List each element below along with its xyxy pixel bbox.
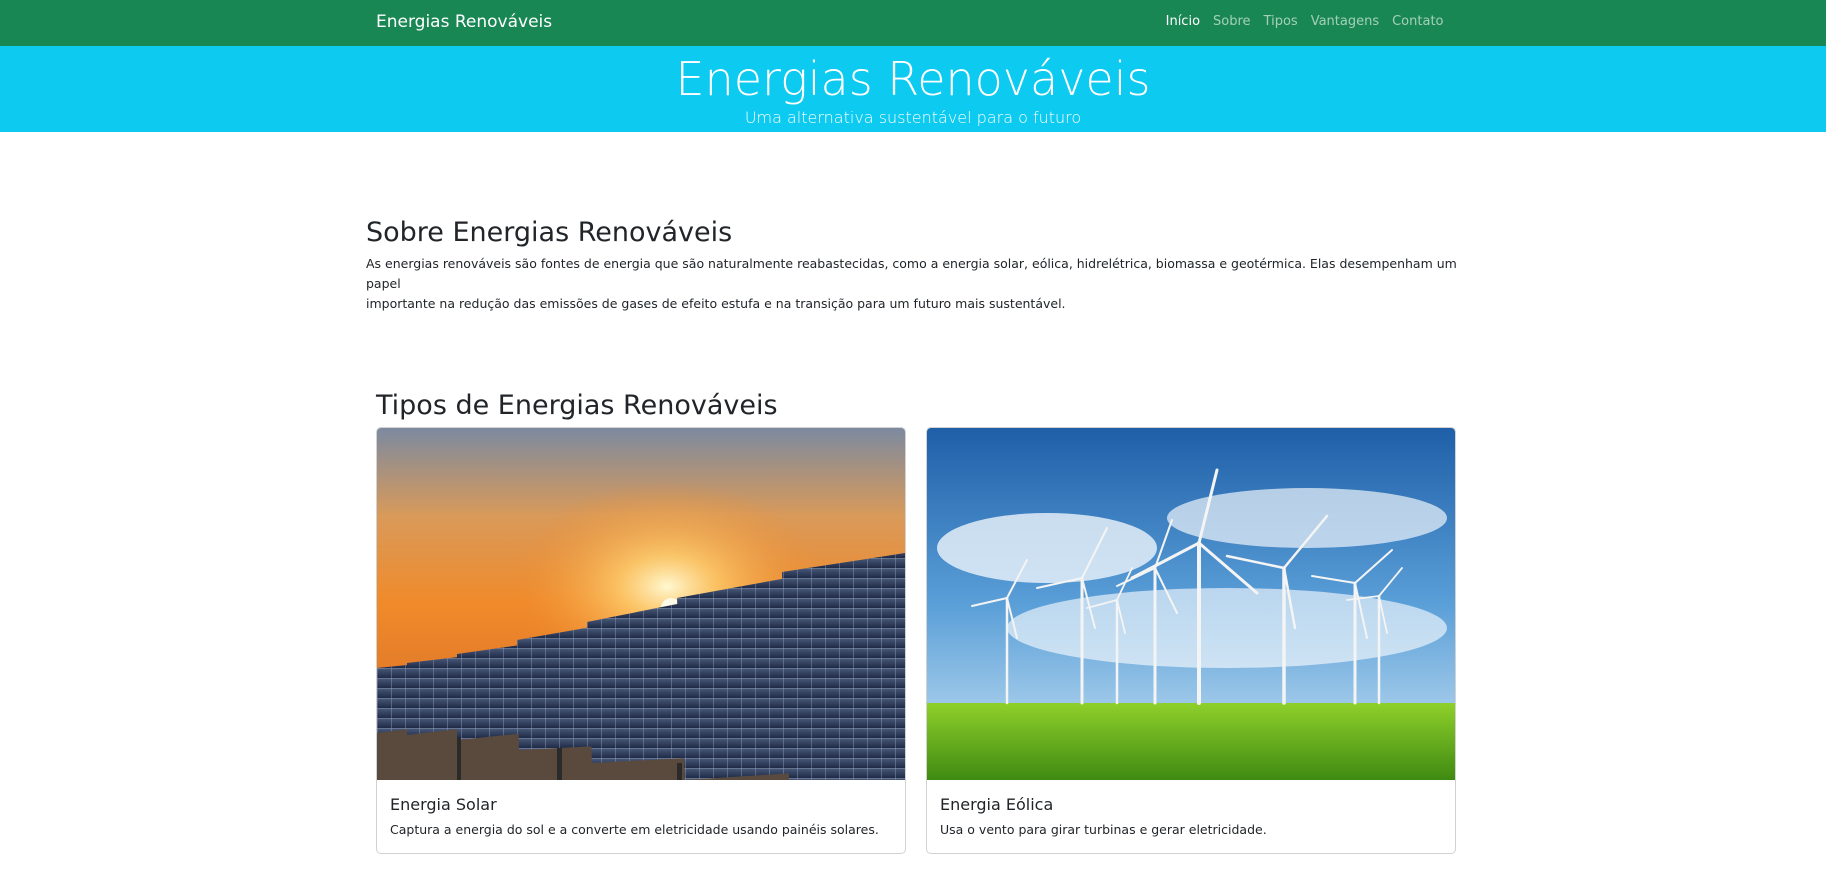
card-energia-solar: Energia Solar Captura a energia do sol e… <box>376 427 906 854</box>
wind-turbines-image <box>927 428 1455 780</box>
nav-link-sobre[interactable]: Sobre <box>1207 14 1258 29</box>
nav-links: Início Sobre Tipos Vantagens Contato <box>1159 14 1450 29</box>
nav-link-tipos[interactable]: Tipos <box>1257 14 1304 29</box>
about-text: As energias renováveis são fontes de ene… <box>366 254 1466 314</box>
tipos-heading: Tipos de Energias Renováveis <box>376 390 778 421</box>
card-text-eolica: Usa o vento para girar turbinas e gerar … <box>940 822 1267 837</box>
card-title-solar: Energia Solar <box>390 795 497 814</box>
nav-link-inicio[interactable]: Início <box>1159 14 1206 29</box>
card-energia-eolica: Energia Eólica Usa o vento para girar tu… <box>926 427 1456 854</box>
about-text-line-1: As energias renováveis são fontes de ene… <box>366 256 1457 291</box>
card-title-eolica: Energia Eólica <box>940 795 1054 814</box>
hero-banner: Energias Renováveis Uma alternativa sust… <box>0 46 1826 132</box>
about-heading: Sobre Energias Renováveis <box>366 217 733 248</box>
nav-link-contato[interactable]: Contato <box>1386 14 1450 29</box>
tipos-cards: Energia Solar Captura a energia do sol e… <box>376 427 1456 854</box>
card-body-solar: Energia Solar Captura a energia do sol e… <box>377 780 905 852</box>
card-text-solar: Captura a energia do sol e a converte em… <box>390 822 879 837</box>
hero-subtitle: Uma alternativa sustentável para o futur… <box>744 108 1082 127</box>
nav-link-vantagens[interactable]: Vantagens <box>1304 14 1385 29</box>
about-section: Sobre Energias Renováveis As energias re… <box>366 216 1466 314</box>
card-body-eolica: Energia Eólica Usa o vento para girar tu… <box>927 780 1455 852</box>
hero-title: Energias Renováveis <box>675 52 1151 106</box>
solar-panels-image <box>377 428 905 780</box>
navbar-brand[interactable]: Energias Renováveis <box>376 12 552 32</box>
about-text-line-2: importante na redução das emissões de ga… <box>366 296 1066 311</box>
navbar: Energias Renováveis Início Sobre Tipos V… <box>0 0 1826 46</box>
